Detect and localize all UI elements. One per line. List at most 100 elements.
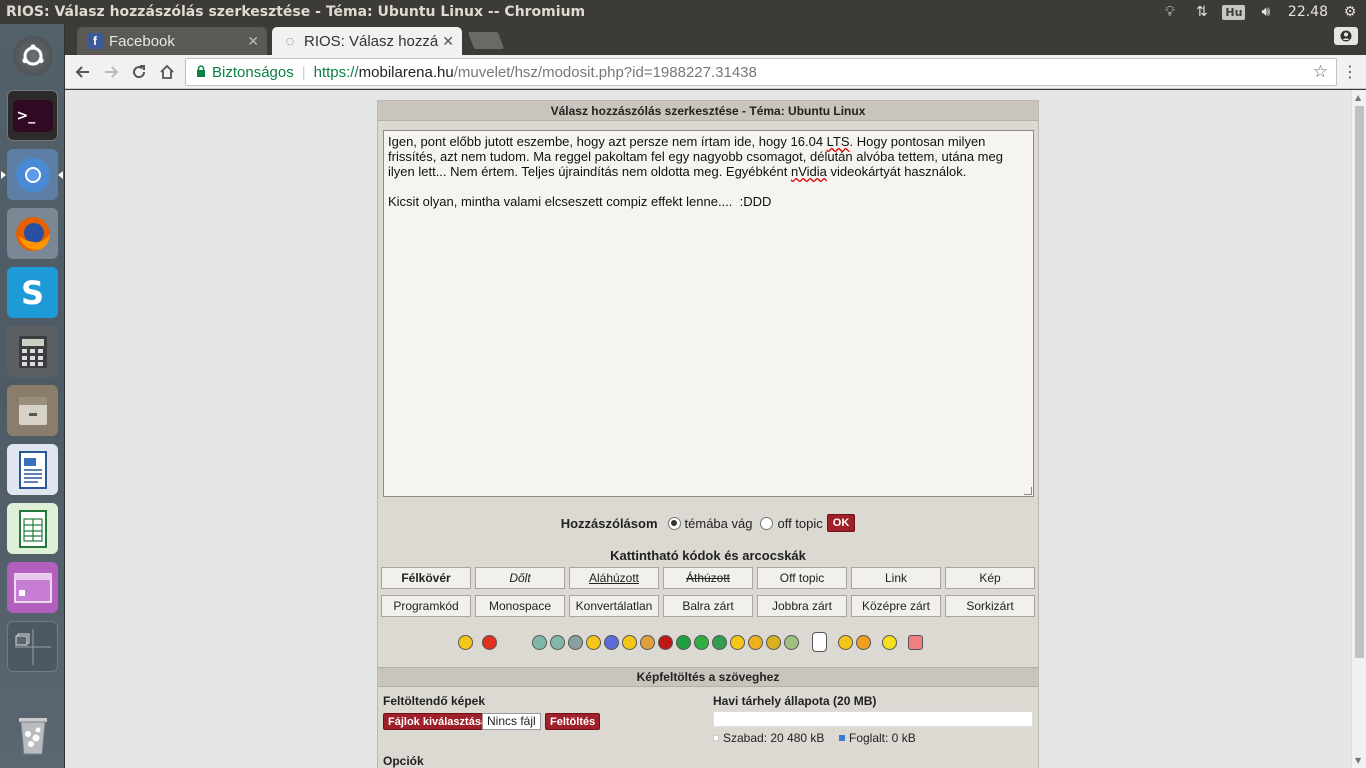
- laugh-icon[interactable]: [748, 634, 763, 650]
- system-tray: 💡︎ ⇅ Hu 🔊︎ 22.48 ⚙: [1154, 0, 1366, 24]
- scrollbar-thumb[interactable]: [1355, 106, 1364, 658]
- terminal-launcher[interactable]: >_: [7, 90, 58, 141]
- ubuntu-dash-button[interactable]: [7, 30, 58, 81]
- scroll-down-icon[interactable]: ▼: [1355, 756, 1361, 765]
- no-file-label: Nincs fájl: [482, 713, 541, 730]
- bold-button[interactable]: Félkövér: [381, 567, 471, 589]
- smiley-bar: [458, 629, 923, 655]
- sick-icon[interactable]: [676, 634, 691, 650]
- edit-reply-panel: Válasz hozzászólás szerkesztése - Téma: …: [377, 100, 1039, 768]
- files-launcher[interactable]: [7, 385, 58, 436]
- shocked-icon[interactable]: [856, 634, 871, 650]
- trash-launcher[interactable]: [7, 708, 58, 759]
- underline-button[interactable]: Aláhúzott: [569, 567, 659, 589]
- home-button[interactable]: [155, 60, 179, 84]
- spreadsheet-icon: [11, 507, 55, 551]
- comment-textarea[interactable]: Igen, pont előbb jutott eszembe, hogy az…: [383, 130, 1034, 497]
- chromium-launcher[interactable]: [7, 149, 58, 200]
- wink-icon[interactable]: [640, 634, 655, 650]
- page-scrollbar[interactable]: ▲ ▼: [1351, 90, 1366, 768]
- strikethrough-button[interactable]: Áthúzott: [663, 567, 753, 589]
- forward-button[interactable]: [99, 60, 123, 84]
- reload-button[interactable]: [127, 60, 151, 84]
- url-path: /muvelet/hsz/modosit.php?id=1988227.3143…: [453, 63, 757, 81]
- ubuntu-logo-icon: [12, 35, 53, 76]
- choose-files-button[interactable]: Fájlok kiválasztása: [383, 713, 493, 730]
- calculator-launcher[interactable]: [7, 326, 58, 377]
- upload-section-header: Képfeltöltés a szöveghez: [378, 667, 1038, 687]
- align-left-button[interactable]: Balra zárt: [663, 595, 753, 617]
- firefox-launcher[interactable]: [7, 208, 58, 259]
- upload-button[interactable]: Feltöltés: [545, 713, 601, 730]
- menu-icon[interactable]: ⋮: [1342, 62, 1358, 81]
- network-icon[interactable]: ⇅: [1186, 0, 1218, 24]
- image-button[interactable]: Kép: [945, 567, 1035, 589]
- lightbulb-icon[interactable]: 💡︎: [1154, 0, 1186, 24]
- code-button[interactable]: Programkód: [381, 595, 471, 617]
- smile-icon[interactable]: [458, 634, 473, 650]
- monospace-button[interactable]: Monospace: [475, 595, 565, 617]
- close-icon[interactable]: ✕: [438, 33, 454, 50]
- happy-icon[interactable]: [586, 634, 601, 650]
- justify-button[interactable]: Sorkizárt: [945, 595, 1035, 617]
- ghost-icon[interactable]: [812, 632, 827, 652]
- writer-launcher[interactable]: [7, 444, 58, 495]
- frog-icon[interactable]: [694, 634, 709, 650]
- post-type-row: Hozzászólásom témába vág off topic OK: [378, 514, 1038, 532]
- used-label: Foglalt: 0 kB: [849, 731, 916, 745]
- grin-icon[interactable]: [532, 634, 547, 650]
- ok-button[interactable]: OK: [826, 514, 856, 532]
- focused-indicator: [58, 171, 63, 179]
- editor-line: Igen, pont előbb jutott eszembe, hogy az…: [388, 134, 986, 149]
- back-button[interactable]: [71, 60, 95, 84]
- sleeping-icon[interactable]: [882, 634, 897, 650]
- sad-icon[interactable]: [622, 634, 637, 650]
- gear-icon[interactable]: ⚙: [1334, 0, 1366, 24]
- close-icon[interactable]: ✕: [247, 33, 259, 50]
- volume-icon[interactable]: 🔊︎: [1250, 0, 1282, 24]
- clock[interactable]: 22.48: [1282, 4, 1334, 20]
- nerd-icon[interactable]: [784, 634, 799, 650]
- security-label[interactable]: Biztonságos: [212, 64, 294, 81]
- scroll-up-icon[interactable]: ▲: [1355, 93, 1361, 102]
- tongue-icon[interactable]: [568, 634, 583, 650]
- radio-off-topic[interactable]: [760, 516, 774, 530]
- neutral-icon[interactable]: [730, 634, 745, 650]
- window-title: RIOS: Válasz hozzászólás szerkesztése - …: [6, 4, 586, 20]
- thinking-icon[interactable]: [838, 634, 853, 650]
- tab-facebook[interactable]: f Facebook ✕: [77, 27, 267, 55]
- bookmark-star-icon[interactable]: ☆: [1313, 62, 1328, 82]
- align-right-button[interactable]: Jobbra zárt: [757, 595, 847, 617]
- profile-icon[interactable]: [1334, 27, 1358, 45]
- keyboard-layout-indicator[interactable]: Hu: [1218, 0, 1250, 24]
- resize-handle[interactable]: [1024, 487, 1032, 495]
- radio-on-topic[interactable]: [667, 516, 681, 530]
- link-button[interactable]: Link: [851, 567, 941, 589]
- free-label: Szabad: 20 480 kB: [723, 731, 825, 745]
- calculator-icon: [11, 330, 55, 374]
- unconverted-button[interactable]: Konvertálatlan: [569, 595, 659, 617]
- upload-images-label: Feltöltendő képek: [383, 694, 486, 708]
- address-bar[interactable]: Biztonságos | https:// mobilarena.hu /mu…: [185, 58, 1337, 86]
- quota-title: Havi tárhely állapota (20 MB): [713, 694, 877, 708]
- alien-icon[interactable]: [550, 634, 565, 650]
- bandage-icon[interactable]: [908, 634, 923, 650]
- off-topic-button[interactable]: Off topic: [757, 567, 847, 589]
- shades-icon[interactable]: [712, 634, 727, 650]
- cool-icon[interactable]: [766, 634, 781, 650]
- skype-launcher[interactable]: S: [7, 267, 58, 318]
- workspace-switcher[interactable]: [7, 621, 58, 672]
- unity-launcher: >_ S: [0, 24, 65, 768]
- impress-launcher[interactable]: [7, 562, 58, 613]
- devil-icon[interactable]: [658, 634, 673, 650]
- angry-icon[interactable]: [482, 634, 497, 650]
- align-center-button[interactable]: Középre zárt: [851, 595, 941, 617]
- calc-launcher[interactable]: [7, 503, 58, 554]
- file-cabinet-icon: [11, 389, 55, 433]
- italic-button[interactable]: Dőlt: [475, 567, 565, 589]
- tab-rios[interactable]: ◌ RIOS: Válasz hozzá ✕: [272, 27, 462, 55]
- new-tab-button[interactable]: [467, 32, 505, 49]
- editor-line: Kicsit olyan, mintha valami elcseszett c…: [388, 194, 776, 209]
- cold-icon[interactable]: [604, 634, 619, 650]
- tab-label: Facebook: [109, 32, 175, 50]
